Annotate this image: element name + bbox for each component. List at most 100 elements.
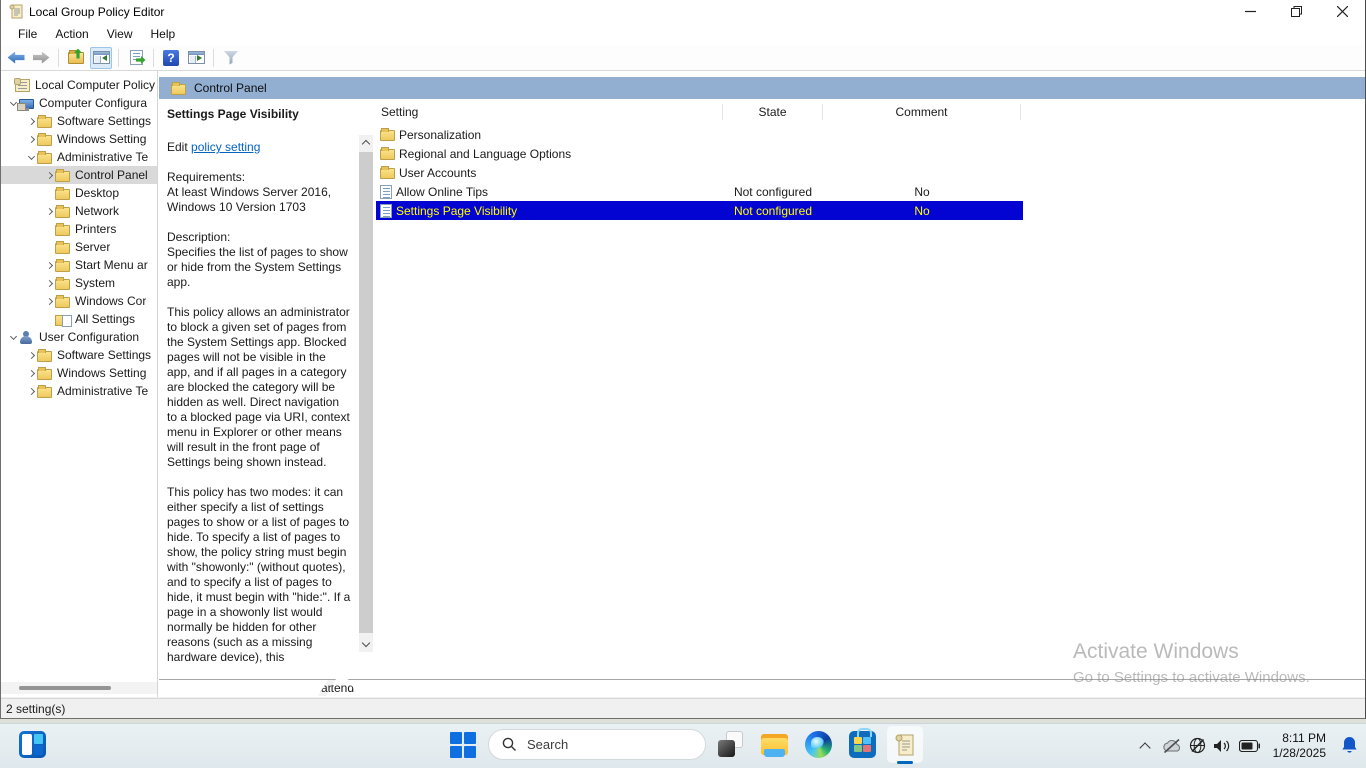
column-header-setting[interactable]: Setting [376, 104, 723, 120]
description-paragraph: This policy allows an administrator to b… [167, 305, 351, 470]
tree-expander-icon[interactable] [25, 156, 37, 159]
tree-item[interactable]: All Settings [1, 310, 158, 328]
tree-item[interactable]: Administrative Te [1, 382, 158, 400]
filter-icon[interactable] [220, 47, 242, 69]
tree-expander-icon[interactable] [25, 389, 37, 394]
tree-expander-icon[interactable] [25, 371, 37, 376]
setting-state: Not configured [723, 204, 823, 218]
sep [118, 49, 119, 67]
up-one-level-icon[interactable] [65, 47, 87, 69]
scroll-down-icon[interactable] [359, 637, 373, 652]
tree-item-label: User Configuration [39, 330, 139, 344]
tree-item-icon [19, 331, 34, 344]
clock[interactable]: 8:11 PM 1/28/2025 [1273, 731, 1326, 761]
tree-item-icon [37, 351, 52, 362]
file-explorer-icon[interactable] [761, 731, 788, 758]
menu-item[interactable]: Action [46, 24, 97, 44]
volume-icon[interactable] [1213, 738, 1232, 754]
setting-row[interactable]: Settings Page Visibility Not configured … [376, 201, 1023, 220]
tree-item[interactable]: Software Settings [1, 112, 158, 130]
tree-expander-icon[interactable] [25, 137, 37, 142]
setting-row[interactable]: Allow Online Tips Not configured No [376, 182, 1023, 201]
tree-expander-icon[interactable] [25, 353, 37, 358]
help-icon[interactable] [160, 47, 182, 69]
restore-button[interactable] [1273, 0, 1319, 23]
policy-setting-link[interactable]: policy setting [191, 140, 260, 154]
show-action-pane-icon[interactable] [185, 47, 207, 69]
setting-row[interactable]: Personalization [376, 125, 1023, 144]
requirements-line: At least Windows Server 2016, [167, 185, 351, 200]
task-view-icon[interactable] [717, 731, 744, 758]
tree-item[interactable]: User Configuration [1, 328, 158, 346]
show-console-tree-icon[interactable] [90, 47, 112, 69]
battery-icon[interactable] [1239, 740, 1260, 752]
tree-item[interactable]: Start Menu ar [1, 256, 158, 274]
export-list-icon[interactable] [125, 47, 147, 69]
tree-item-label: Software Settings [57, 114, 151, 128]
tree-item-icon [55, 243, 70, 254]
tree-expander-icon[interactable] [43, 281, 55, 286]
description-scrollbar[interactable] [359, 135, 373, 652]
status-bar: 2 setting(s) [1, 698, 1365, 718]
setting-comment: No [823, 204, 1021, 218]
menu-item[interactable]: View [98, 24, 142, 44]
setting-icon [380, 168, 395, 179]
hidden-icons-chevron[interactable] [1139, 742, 1150, 753]
tree-item[interactable]: Windows Cor [1, 292, 158, 310]
minimize-button[interactable] [1227, 0, 1273, 23]
tree-item[interactable]: Desktop [1, 184, 158, 202]
tree-item[interactable]: Local Computer Policy [1, 76, 158, 94]
close-button[interactable] [1319, 0, 1365, 23]
tree-item[interactable]: Software Settings [1, 346, 158, 364]
tree-item-icon [55, 315, 70, 326]
tree-item[interactable]: System [1, 274, 158, 292]
tree-expander-icon[interactable] [43, 209, 55, 214]
setting-row[interactable]: User Accounts [376, 163, 1023, 182]
tree-item[interactable]: Server [1, 238, 158, 256]
list-header-row: Setting State Comment [376, 99, 1365, 125]
tree-expander-icon[interactable] [43, 263, 55, 268]
tree-item[interactable]: Administrative Te [1, 148, 158, 166]
back-icon[interactable] [5, 47, 27, 69]
tree-horizontal-scrollbar[interactable] [1, 682, 157, 694]
tree-item-icon [55, 207, 70, 218]
edge-icon[interactable] [805, 731, 832, 758]
tree-item[interactable]: Windows Setting [1, 364, 158, 382]
setting-name: Personalization [399, 128, 481, 142]
tree-item[interactable]: Network [1, 202, 158, 220]
tree-item-label: Network [75, 204, 119, 218]
group-policy-editor-icon[interactable] [887, 726, 923, 763]
column-header-comment[interactable]: Comment [823, 104, 1021, 120]
scrollbar-thumb[interactable] [359, 152, 373, 633]
scrollbar-thumb[interactable] [19, 686, 111, 690]
microsoft-store-icon[interactable] [849, 731, 876, 758]
tree-expander-icon[interactable] [25, 119, 37, 124]
no-internet-icon[interactable] [1189, 737, 1206, 754]
notification-bell-icon[interactable] [1341, 736, 1358, 755]
onedrive-offline-icon[interactable] [1162, 738, 1182, 754]
forward-icon[interactable] [30, 47, 52, 69]
tree-item[interactable]: Control Panel [1, 166, 158, 184]
search-input[interactable]: Search [488, 729, 706, 760]
setting-row[interactable]: Regional and Language Options [376, 144, 1023, 163]
widgets-icon[interactable] [19, 731, 46, 758]
column-header-state[interactable]: State [723, 104, 823, 120]
menu-item[interactable]: Help [142, 24, 185, 44]
title-bar[interactable]: Local Group Policy Editor [1, 0, 1365, 23]
scroll-up-icon[interactable] [359, 135, 373, 150]
tree-item[interactable]: Printers [1, 220, 158, 238]
start-icon[interactable] [449, 731, 476, 758]
status-text: 2 setting(s) [6, 702, 65, 716]
tree-expander-icon[interactable] [43, 299, 55, 304]
menu-item[interactable]: File [9, 24, 46, 44]
tree-item[interactable]: Computer Configura [1, 94, 158, 112]
tree-expander-icon[interactable] [43, 173, 55, 178]
search-placeholder: Search [527, 737, 568, 752]
selected-setting-title: Settings Page Visibility [167, 107, 351, 122]
result-pane: Control Panel Settings Page Visibility E… [159, 71, 1365, 697]
description-paragraph: This policy has two modes: it can either… [167, 485, 351, 665]
tree-expander-icon[interactable] [7, 336, 19, 339]
sep [58, 49, 59, 67]
tree-item-label: All Settings [75, 312, 135, 326]
tree-item[interactable]: Windows Setting [1, 130, 158, 148]
